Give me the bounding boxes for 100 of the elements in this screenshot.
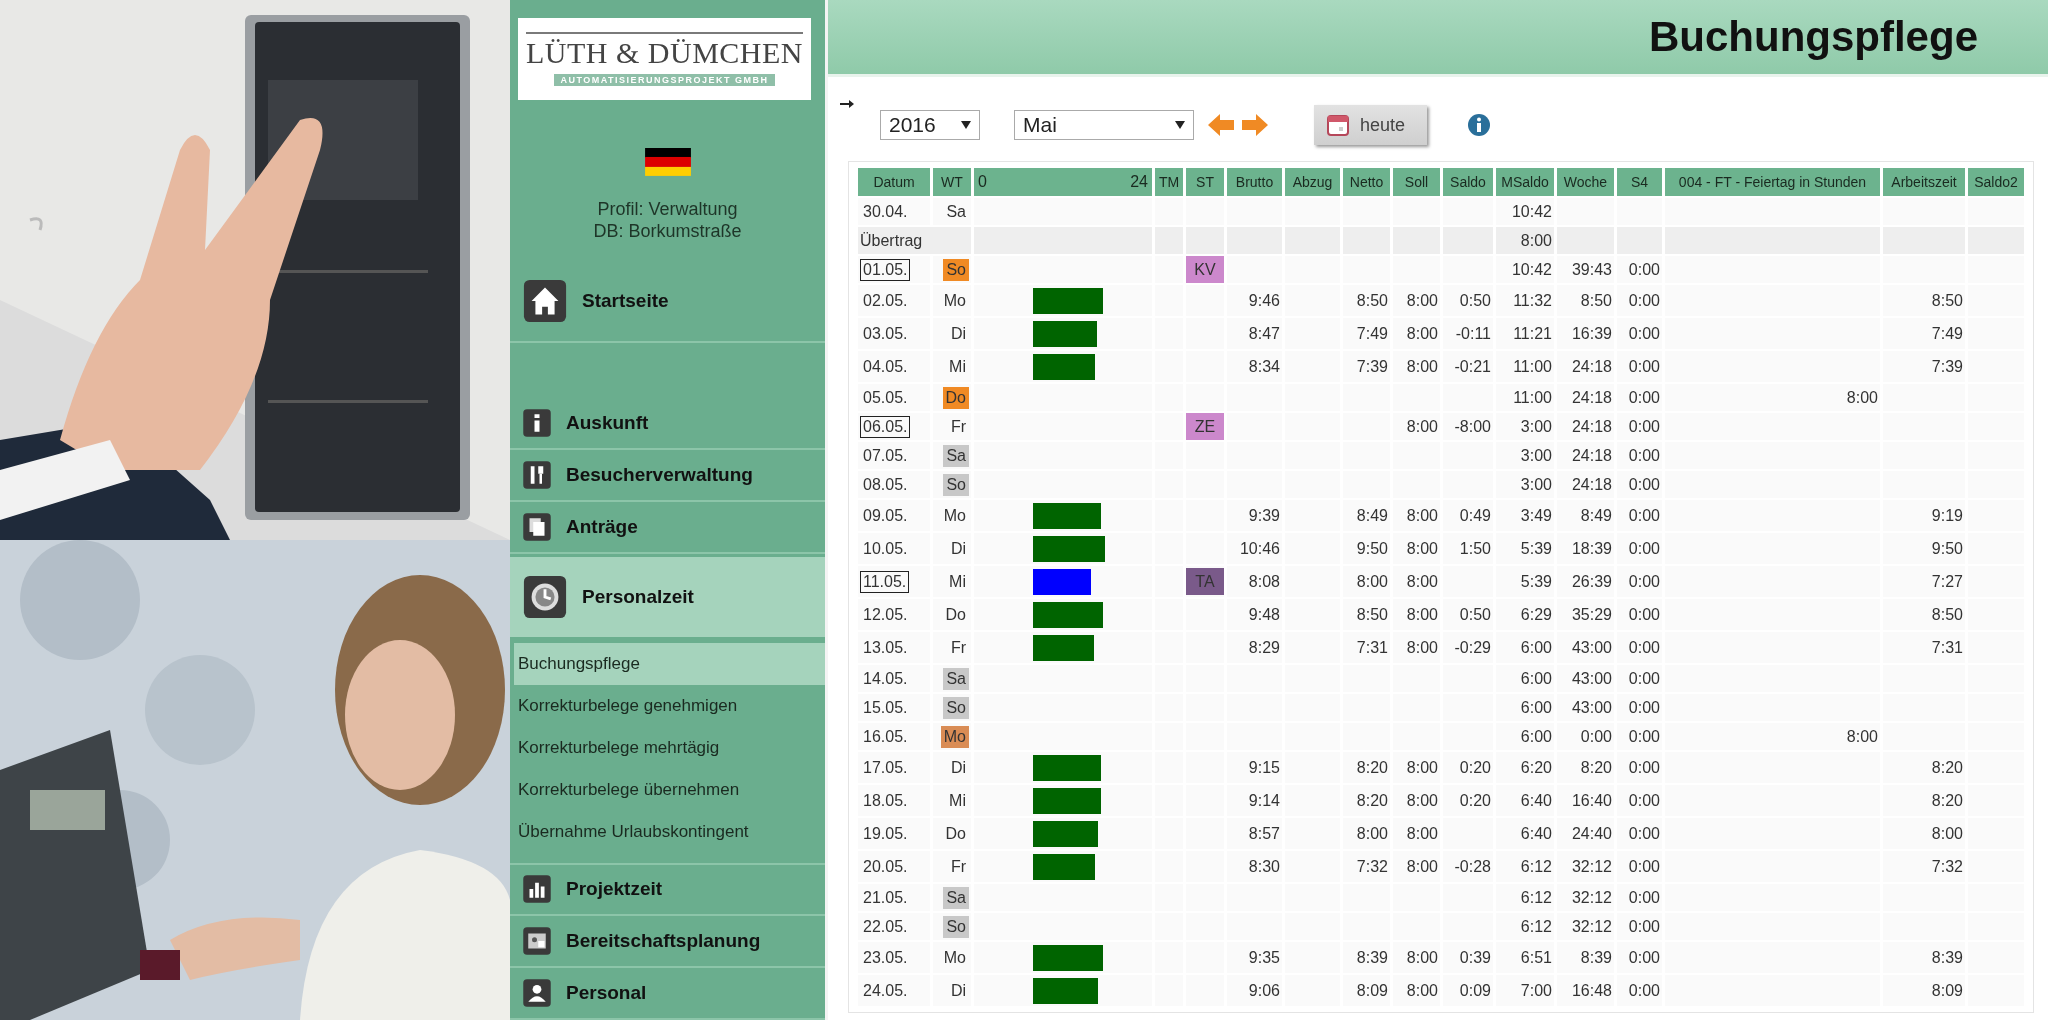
table-cell: 8:00 — [1393, 851, 1440, 882]
year-dropdown[interactable]: 2016 — [880, 110, 980, 140]
submenu-item[interactable]: Korrekturbelege mehrtägig — [514, 726, 825, 769]
nav-item[interactable]: Personal — [510, 968, 825, 1020]
tools-icon — [522, 460, 552, 491]
table-cell: 8:50 — [1343, 285, 1390, 316]
table-cell: 0:00 — [1617, 566, 1662, 597]
nav-item[interactable]: Anträge — [510, 502, 825, 554]
table-cell: 7:39 — [1343, 351, 1390, 382]
date-cell[interactable]: 11.05. — [860, 570, 910, 593]
table-cell: 0:00 — [1617, 442, 1662, 469]
submenu-item[interactable]: Korrekturbelege genehmigen — [514, 684, 825, 727]
nav-item[interactable]: Projektzeit — [510, 864, 825, 917]
table-cell: 0:20 — [1443, 752, 1493, 783]
time-bar[interactable] — [1032, 287, 1104, 314]
table-cell: 24:18 — [1557, 413, 1614, 440]
table-cell: 8:50 — [1557, 285, 1614, 316]
weekday-cell-text: Mi — [948, 356, 967, 377]
time-bar[interactable] — [1032, 754, 1101, 781]
table-cell: 11:32 — [1496, 285, 1554, 316]
table-cell: 9:50 — [1343, 533, 1390, 564]
table-cell: 5:39 — [1496, 533, 1554, 564]
document-icon — [522, 511, 552, 542]
weekday-cell-text: Mo — [942, 947, 967, 968]
table-cell: 8:00 — [1343, 818, 1390, 849]
today-button[interactable]: heute — [1314, 105, 1428, 145]
table-cell: 0:39 — [1443, 942, 1493, 973]
table-cell: 16:48 — [1557, 975, 1614, 1006]
table-cell: 6:40 — [1496, 818, 1554, 849]
house-icon — [522, 278, 568, 325]
info-icon — [522, 408, 552, 439]
table-cell: 8:47 — [1227, 318, 1282, 349]
table-cell: 10:42 — [1496, 256, 1554, 283]
flag-icon[interactable] — [644, 147, 691, 176]
time-bar[interactable] — [1032, 353, 1095, 380]
table-cell: 32:12 — [1557, 913, 1614, 940]
weekday-cell: Sa — [943, 886, 969, 909]
table-cell: 18:39 — [1557, 533, 1614, 564]
weekday-cell: Sa — [943, 667, 969, 690]
table-cell: Übertrag — [858, 227, 971, 254]
time-bar[interactable] — [1032, 634, 1094, 661]
nav-item[interactable]: Besucherverwaltung — [510, 450, 825, 502]
table-cell: 6:29 — [1496, 599, 1554, 630]
status-badge: ZE — [1186, 413, 1224, 440]
weekday-cell-text: Mi — [948, 571, 967, 592]
table-cell: 9:39 — [1227, 500, 1282, 531]
table-cell: -0:11 — [1443, 318, 1493, 349]
table-cell: 0:00 — [1617, 665, 1662, 692]
submenu-item[interactable]: Buchungspflege — [514, 642, 825, 685]
time-bar[interactable] — [1032, 601, 1104, 628]
date-cell[interactable]: 06.05. — [860, 415, 911, 438]
table-cell: 3:00 — [1496, 413, 1554, 440]
time-bar[interactable] — [1032, 944, 1104, 971]
time-bar[interactable] — [1032, 320, 1098, 347]
table-cell: 8:00 — [1393, 818, 1440, 849]
month-dropdown[interactable]: Mai — [1014, 110, 1194, 140]
nav-item[interactable]: Bereitschaftsplanung — [510, 916, 825, 969]
time-bar[interactable] — [1032, 535, 1106, 562]
table-cell: 8:39 — [1883, 942, 1965, 973]
time-bar[interactable] — [1032, 568, 1092, 595]
table-cell: 0:00 — [1617, 351, 1662, 382]
table-cell: 1:50 — [1443, 533, 1493, 564]
table-cell: 24:18 — [1557, 384, 1614, 411]
weekday-cell-text: Mo — [942, 505, 967, 526]
weekday-cell: So — [943, 258, 969, 281]
weekday-cell: Do — [942, 386, 969, 409]
logo-name: LÜTH & DÜMCHEN — [526, 31, 803, 70]
table-cell: 8:00 — [1393, 533, 1440, 564]
table-cell: 32:12 — [1557, 851, 1614, 882]
profile-info: DB: Borkumstraße — [593, 219, 742, 242]
column-header: Abzug — [1285, 168, 1340, 196]
column-header: ST — [1186, 168, 1224, 196]
profile-info: Profil: Verwaltung — [597, 197, 738, 220]
submenu-item[interactable]: Übernahme Urlaubskontingent — [514, 810, 825, 853]
table-cell: 6:12 — [1496, 913, 1554, 940]
time-bar[interactable] — [1032, 853, 1095, 880]
time-bar[interactable] — [1032, 977, 1099, 1004]
table-cell: 7:39 — [1883, 351, 1965, 382]
nav-item[interactable]: Personalzeit — [510, 556, 825, 637]
table-cell: -0:21 — [1443, 351, 1493, 382]
table-cell: 7:31 — [1883, 632, 1965, 663]
table-cell: 7:49 — [1343, 318, 1390, 349]
table-cell: 0:00 — [1617, 785, 1662, 816]
table-cell: 8:00 — [1665, 723, 1880, 750]
caret-icon — [961, 121, 971, 129]
table-cell: 9:48 — [1227, 599, 1282, 630]
table-cell: 8:00 — [1393, 318, 1440, 349]
table-cell: 6:00 — [1496, 632, 1554, 663]
nav-item[interactable]: Startseite — [510, 261, 825, 344]
axis-label: 24 — [1130, 173, 1148, 191]
time-bar[interactable] — [1032, 820, 1099, 847]
time-bar[interactable] — [1032, 787, 1101, 814]
weekday-cell: So — [943, 473, 969, 496]
table-cell: 8:20 — [1343, 752, 1390, 783]
date-cell[interactable]: 01.05. — [860, 258, 911, 281]
info-icon[interactable] — [1467, 113, 1492, 137]
table-cell: 8:39 — [1557, 942, 1614, 973]
time-bar[interactable] — [1032, 502, 1101, 529]
nav-item[interactable]: Auskunft — [510, 398, 825, 451]
submenu-item[interactable]: Korrekturbelege übernehmen — [514, 768, 825, 811]
